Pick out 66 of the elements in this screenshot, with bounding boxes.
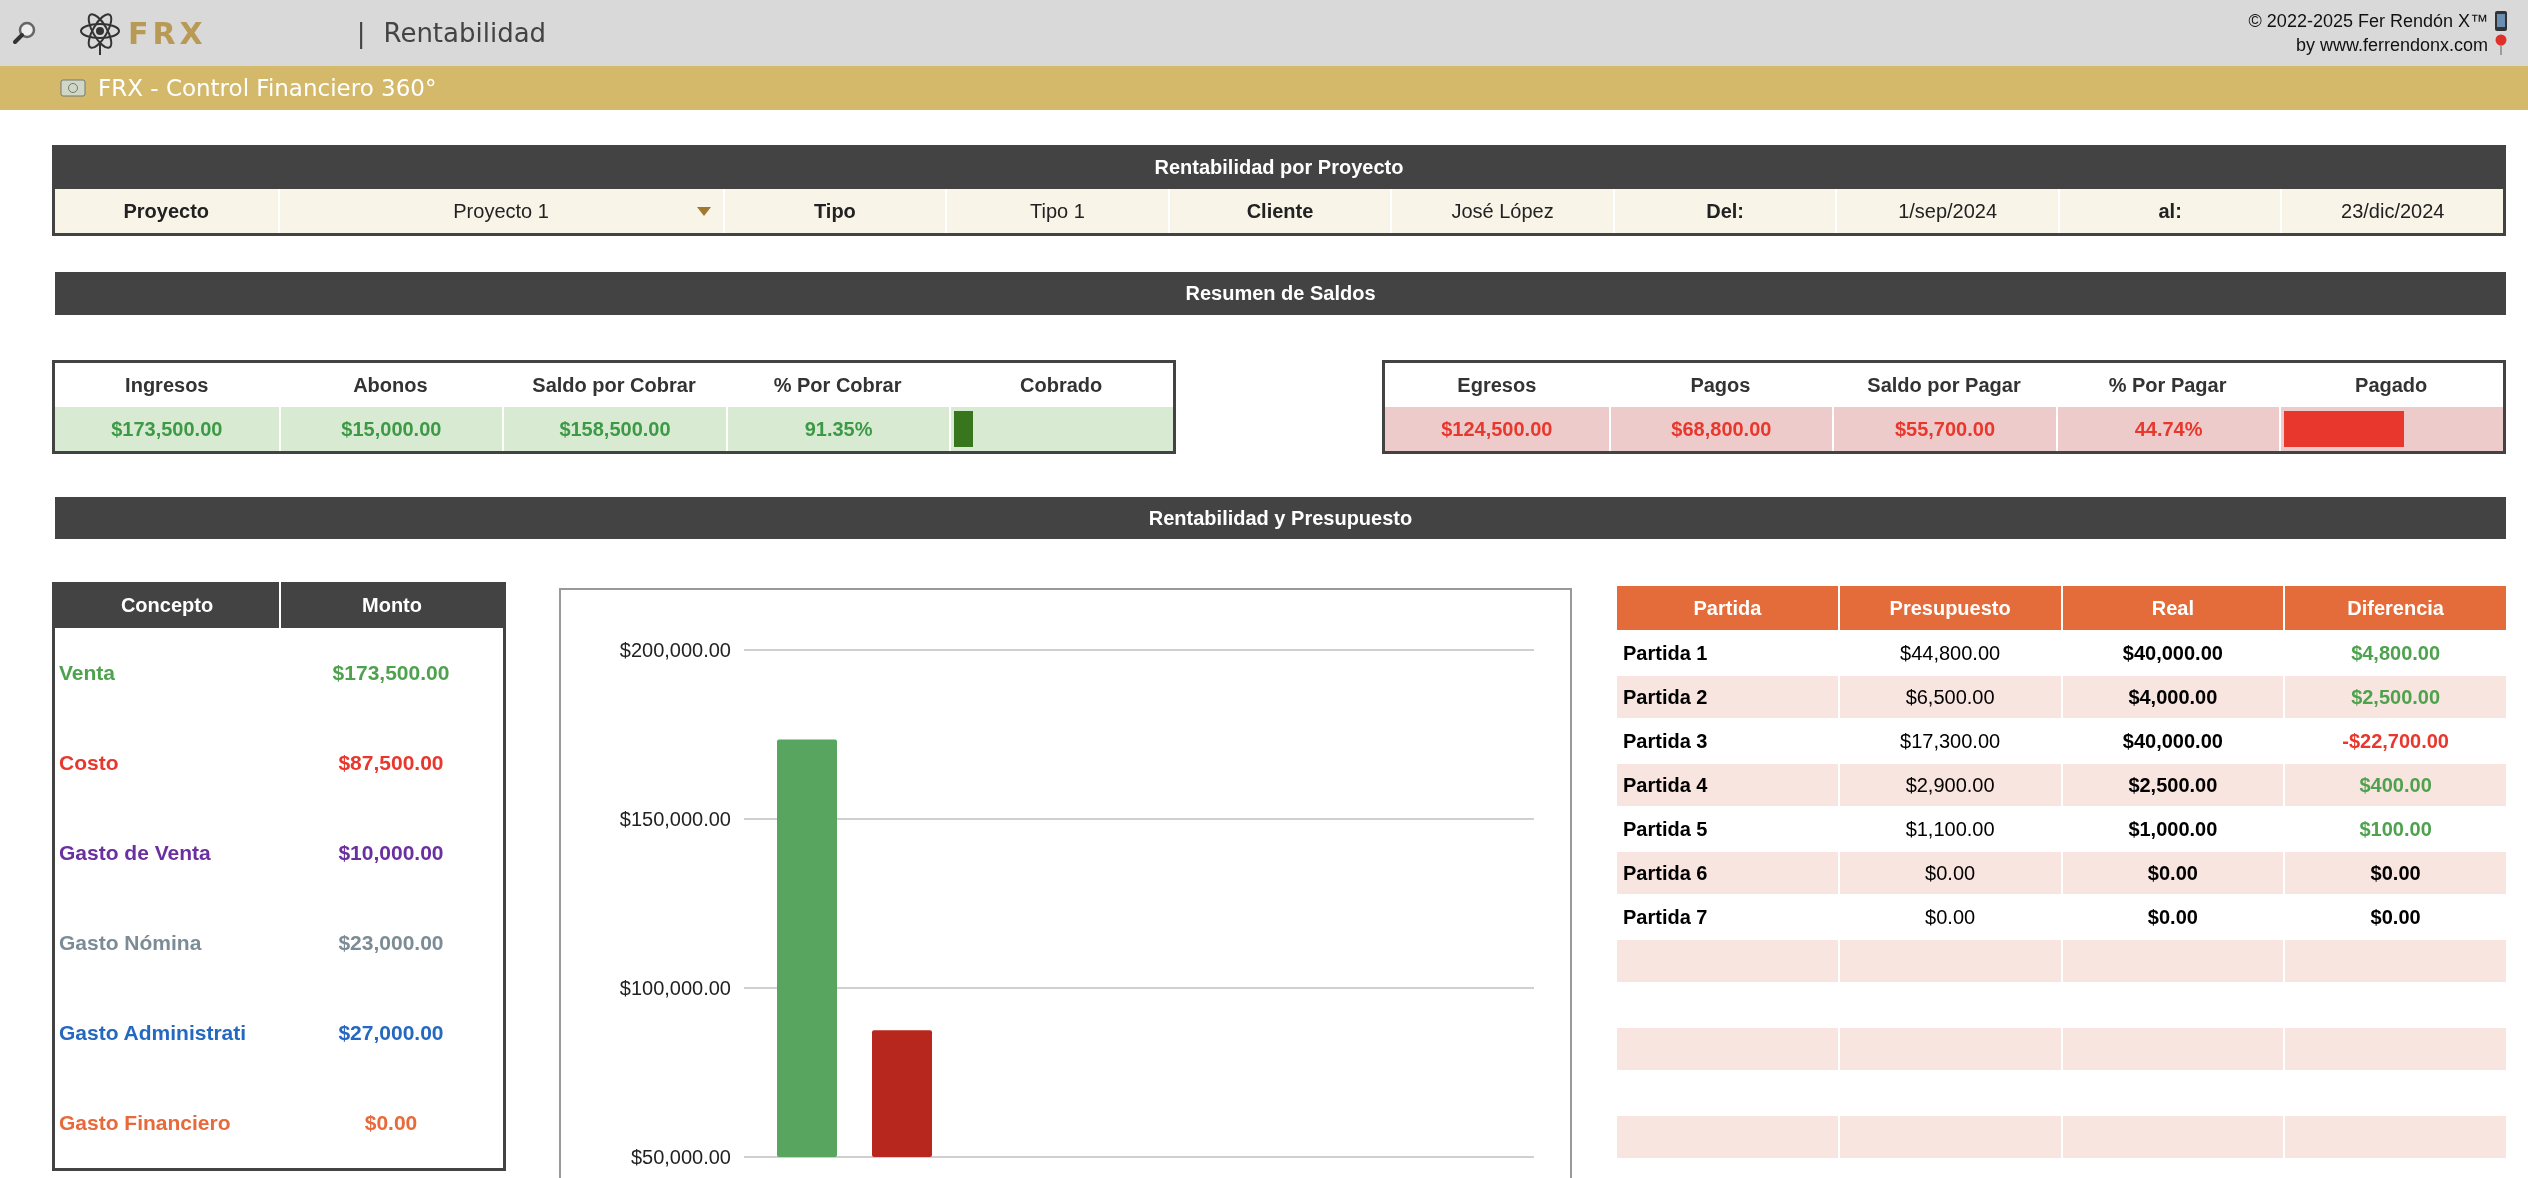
table-cell: 44.74% <box>2055 407 2280 451</box>
project-dropdown[interactable]: Proyecto 1 <box>277 189 723 233</box>
table-cell: $15,000.00 <box>278 407 503 451</box>
concept-label: Costo <box>58 751 120 775</box>
page-title: Rentabilidad <box>383 18 547 48</box>
axis-label: $150,000.00 <box>619 808 731 830</box>
credit-text: by www.ferrendonx.com <box>2295 34 2488 56</box>
title-separator: | <box>356 18 366 48</box>
amount-value: $27,000.00 <box>337 1021 445 1045</box>
column-header: Monto <box>279 582 503 628</box>
amount-value: $23,000.00 <box>337 931 445 955</box>
credit-text: © 2022-2025 Fer Rendón X™ <box>2248 10 2488 32</box>
money-icon <box>60 79 86 97</box>
column-header: Diferencia <box>2285 586 2506 630</box>
column-header: Partida <box>1617 586 1838 630</box>
column-header: Concepto <box>119 592 215 618</box>
table-cell: Partida 2 <box>1617 674 1838 718</box>
amount-value: $173,500.00 <box>331 661 451 685</box>
concept-label: Gasto Financiero <box>58 1111 232 1135</box>
table-cell: $158,500.00 <box>502 407 726 451</box>
pin-icon <box>2494 34 2508 56</box>
field-value: 1/sep/2024 <box>1835 189 2058 233</box>
amount-value: $0.00 <box>363 1111 419 1135</box>
table-cell: 91.35% <box>725 407 950 451</box>
table-cell: $0.00 <box>2285 850 2506 894</box>
field-label: Cliente <box>1167 189 1391 233</box>
table-cell: $400.00 <box>2285 762 2506 806</box>
table-cell: $124,500.00 <box>1385 407 1609 451</box>
concept-label: Gasto Administrati <box>58 1021 248 1045</box>
field-label: Tipo <box>722 189 946 233</box>
table-cell: $6,500.00 <box>1839 674 2061 718</box>
axis-label: $100,000.00 <box>619 977 731 999</box>
axis-label: $50,000.00 <box>630 1146 731 1168</box>
phone-icon <box>2494 10 2508 32</box>
table-cell: $68,800.00 <box>1608 407 1833 451</box>
search-icon[interactable] <box>12 20 38 46</box>
panel-title: Rentabilidad por Proyecto <box>55 145 2503 189</box>
amount-value: $87,500.00 <box>337 751 445 775</box>
logo-text: FRX <box>128 15 207 51</box>
field-value: 23/dic/2024 <box>2280 189 2503 233</box>
field-value: Tipo 1 <box>945 189 1168 233</box>
caret-icon <box>696 207 711 216</box>
table-cell: $0.00 <box>2062 850 2284 894</box>
amount-value: $10,000.00 <box>337 841 445 865</box>
field-label: al: <box>2057 189 2281 233</box>
table-cell: $2,900.00 <box>1839 762 2061 806</box>
table-cell: Partida 6 <box>1617 850 1838 894</box>
table-cell: $0.00 <box>1839 850 2061 894</box>
field-value: José López <box>1390 189 1613 233</box>
field-label: Del: <box>1612 189 1836 233</box>
section-title: Rentabilidad y Presupuesto <box>55 497 2506 539</box>
app-title: FRX - Control Financiero 360° <box>98 75 437 101</box>
axis-label: $200,000.00 <box>619 639 731 661</box>
field-label: Proyecto <box>122 198 211 224</box>
concept-label: Gasto de Venta <box>58 841 212 865</box>
concept-label: Gasto Nómina <box>58 931 203 955</box>
table-cell: $173,500.00 <box>55 407 279 451</box>
table-cell: $2,500.00 <box>2285 674 2506 718</box>
column-header: Presupuesto <box>1839 586 2061 630</box>
table-cell: $55,700.00 <box>1832 407 2056 451</box>
table-cell: Partida 4 <box>1617 762 1838 806</box>
column-header: Real <box>2062 586 2284 630</box>
table-cell: $4,000.00 <box>2062 674 2284 718</box>
concept-label: Venta <box>58 661 117 685</box>
table-cell: $2,500.00 <box>2062 762 2284 806</box>
section-title: Resumen de Saldos <box>55 272 2506 315</box>
